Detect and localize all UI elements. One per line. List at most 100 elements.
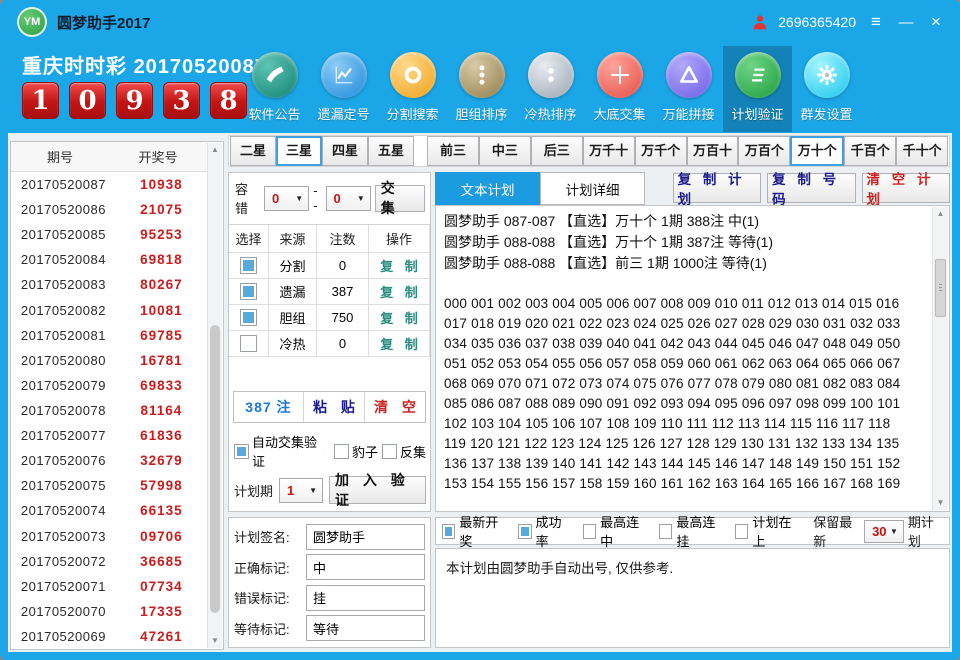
position-tab[interactable]: 万千个 xyxy=(635,136,687,166)
history-row[interactable]: 2017052006947261 xyxy=(11,624,207,649)
scroll-down-icon[interactable]: ▼ xyxy=(933,496,948,510)
keep-latest-select[interactable]: 30 ▼ xyxy=(864,520,904,543)
source-checkbox[interactable] xyxy=(240,335,257,352)
history-row[interactable]: 2017052007632679 xyxy=(11,448,207,473)
tab-text-plan[interactable]: 文本计划 xyxy=(435,172,540,205)
scrollbar-thumb[interactable] xyxy=(935,259,946,317)
minimize-icon[interactable]: — xyxy=(896,14,916,31)
plan-number-line: 085 086 087 088 089 090 091 092 093 094 … xyxy=(444,394,932,414)
star-tab[interactable]: 三星 xyxy=(276,136,322,166)
header: 重庆时时彩 20170520087期 10938 软件公告遗漏定号分割搜索胆组排… xyxy=(0,44,960,134)
position-tab[interactable]: 中三 xyxy=(479,136,531,166)
history-row[interactable]: 2017052007557998 xyxy=(11,473,207,498)
plan-scrollbar[interactable]: ▲ ▼ xyxy=(932,207,948,510)
toolbar-item-software-announcement[interactable]: 软件公告 xyxy=(240,46,309,132)
history-number: 10081 xyxy=(116,303,207,318)
copy-plan-button[interactable]: 复 制 计 划 xyxy=(673,173,761,203)
paste-button[interactable]: 粘 贴 xyxy=(304,392,365,422)
history-row[interactable]: 2017052007761836 xyxy=(11,423,207,448)
scrollbar-thumb[interactable] xyxy=(210,325,220,613)
history-row[interactable]: 2017052008469818 xyxy=(11,247,207,272)
star-tab[interactable]: 四星 xyxy=(322,136,368,166)
history-row[interactable]: 2017052008595253 xyxy=(11,222,207,247)
star-tab[interactable]: 二星 xyxy=(230,136,276,166)
toolbar-item-dan-group-sort[interactable]: 胆组排序 xyxy=(447,46,516,132)
history-row[interactable]: 2017052007017335 xyxy=(11,599,207,624)
plan-option[interactable]: 最高连挂 xyxy=(659,512,722,550)
option-checkbox[interactable] xyxy=(382,444,397,459)
position-tab[interactable]: 万百个 xyxy=(738,136,790,166)
scroll-up-icon[interactable]: ▲ xyxy=(208,143,222,157)
toolbar-item-split-search[interactable]: 分割搜索 xyxy=(378,46,447,132)
scroll-up-icon[interactable]: ▲ xyxy=(933,207,948,221)
intersect-option[interactable]: 反集 xyxy=(382,442,426,461)
plan-signature-field[interactable]: 圆梦助手 xyxy=(306,524,425,550)
toolbar-item-omission-fix-number[interactable]: 遗漏定号 xyxy=(309,46,378,132)
intersect-option[interactable]: 豹子 xyxy=(334,442,378,461)
history-row[interactable]: 2017052007881164 xyxy=(11,398,207,423)
error-mark-field[interactable]: 挂 xyxy=(306,585,425,611)
history-row[interactable]: 2017052008210081 xyxy=(11,298,207,323)
scroll-down-icon[interactable]: ▼ xyxy=(208,634,222,648)
add-verify-button[interactable]: 加 入 验 证 xyxy=(329,476,426,504)
option-checkbox[interactable] xyxy=(735,524,748,539)
history-row[interactable]: 2017052007107734 xyxy=(11,574,207,599)
position-tab[interactable]: 千十个 xyxy=(896,136,948,166)
plan-option[interactable]: 成功率 xyxy=(518,512,570,550)
toolbar-item-cold-hot-sort[interactable]: 冷热排序 xyxy=(516,46,585,132)
option-checkbox[interactable] xyxy=(334,444,349,459)
option-checkbox[interactable] xyxy=(583,524,596,539)
tab-plan-detail[interactable]: 计划详细 xyxy=(540,172,645,205)
star-tab[interactable]: 五星 xyxy=(368,136,414,166)
clear-button[interactable]: 清 空 xyxy=(365,392,425,422)
copy-link[interactable]: 复 制 xyxy=(376,334,422,353)
position-tab[interactable]: 千百个 xyxy=(844,136,896,166)
plan-period-select[interactable]: 1 ▼ xyxy=(279,478,323,503)
plan-option[interactable]: 计划在上 xyxy=(735,512,798,550)
position-tab[interactable]: 前三 xyxy=(427,136,479,166)
option-checkbox[interactable] xyxy=(518,524,531,539)
copy-link[interactable]: 复 制 xyxy=(376,308,422,327)
intersect-option[interactable]: 自动交集验证 xyxy=(234,432,330,470)
position-tab[interactable]: 后三 xyxy=(531,136,583,166)
history-row[interactable]: 2017052008621075 xyxy=(11,197,207,222)
tolerance-from-select[interactable]: 0 ▼ xyxy=(264,186,309,211)
waiting-mark-field[interactable]: 等待 xyxy=(306,615,425,641)
tolerance-to-select[interactable]: 0 ▼ xyxy=(326,186,371,211)
copy-numbers-button[interactable]: 复 制 号 码 xyxy=(767,173,855,203)
close-icon[interactable]: × xyxy=(926,12,946,32)
history-row[interactable]: 2017052008169785 xyxy=(11,323,207,348)
history-row[interactable]: 2017052008380267 xyxy=(11,272,207,297)
toolbar-item-big-base-intersect[interactable]: 大底交集 xyxy=(585,46,654,132)
history-row[interactable]: 2017052008016781 xyxy=(11,348,207,373)
position-tab[interactable]: 万百十 xyxy=(687,136,739,166)
plan-option[interactable]: 最高连中 xyxy=(583,512,646,550)
menu-icon[interactable]: ≡ xyxy=(866,12,886,32)
plan-option[interactable]: 最新开奖 xyxy=(442,512,505,550)
history-row[interactable]: 2017052007466135 xyxy=(11,498,207,523)
history-row[interactable]: 2017052008710938 xyxy=(11,172,207,197)
plan-text-area[interactable]: 圆梦助手 087-087 【直选】万十个 1期 388注 中(1)圆梦助手 08… xyxy=(435,205,950,512)
correct-mark-field[interactable]: 中 xyxy=(306,554,425,580)
clear-plan-button[interactable]: 清 空 计 划 xyxy=(862,173,950,203)
copy-link[interactable]: 复 制 xyxy=(376,256,422,275)
option-checkbox[interactable] xyxy=(659,524,672,539)
position-tab[interactable]: 万十个 xyxy=(790,136,844,166)
history-row[interactable]: 2017052007969833 xyxy=(11,373,207,398)
option-checkbox[interactable] xyxy=(234,444,249,459)
source-checkbox[interactable] xyxy=(240,309,257,326)
toolbar-item-group-send-settings[interactable]: 群发设置 xyxy=(792,46,861,132)
history-period: 20170520084 xyxy=(11,252,116,267)
history-row[interactable]: 2017052007309706 xyxy=(11,524,207,549)
position-tab[interactable]: 万千十 xyxy=(583,136,635,166)
toolbar-item-universal-splice[interactable]: 万能拼接 xyxy=(654,46,723,132)
history-number: 80267 xyxy=(116,277,207,292)
copy-link[interactable]: 复 制 xyxy=(376,282,422,301)
source-checkbox[interactable] xyxy=(240,283,257,300)
option-checkbox[interactable] xyxy=(442,524,455,539)
history-row[interactable]: 2017052007236685 xyxy=(11,549,207,574)
source-checkbox[interactable] xyxy=(240,257,257,274)
history-scrollbar[interactable]: ▲ ▼ xyxy=(207,143,222,648)
intersect-button[interactable]: 交 集 xyxy=(375,185,425,212)
toolbar-item-plan-verify[interactable]: 计划验证 xyxy=(723,46,792,132)
